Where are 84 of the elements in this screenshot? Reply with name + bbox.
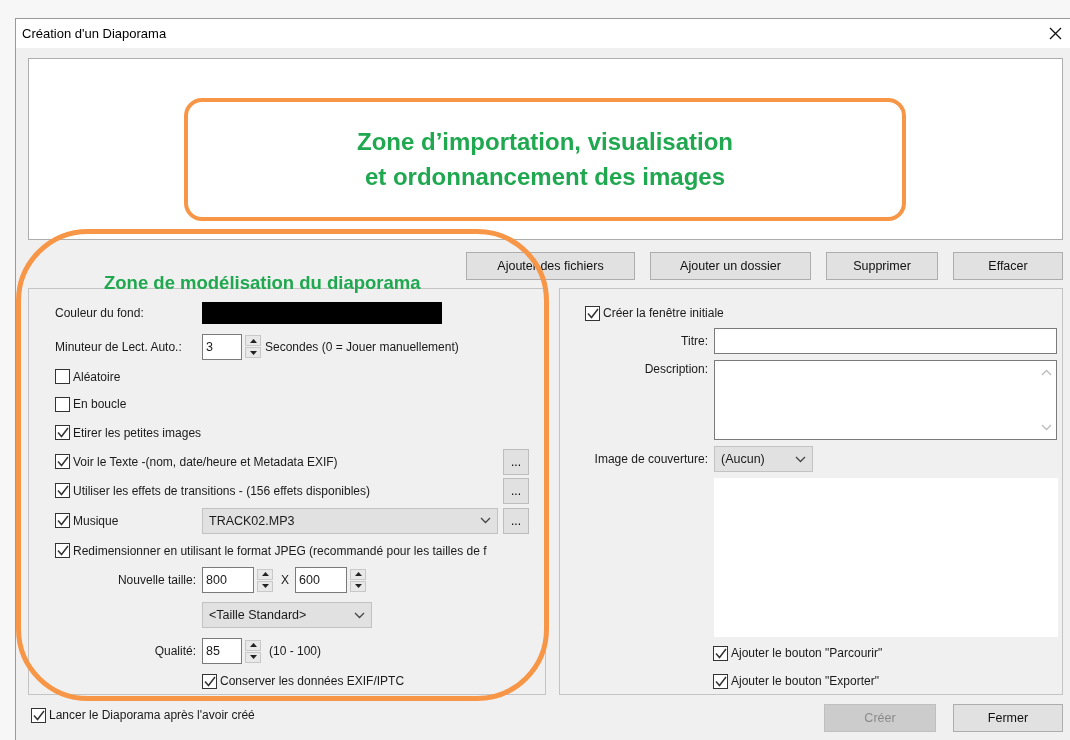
field-label: Titre: [680,334,709,348]
check-icon [56,515,69,527]
checkbox[interactable] [55,396,70,412]
toolbar-button[interactable]: Supprimer [826,252,938,280]
callout-label: Zone de modélisation du diaporama [104,272,421,294]
field-label: Description: [643,361,709,376]
checkbox-label[interactable]: Conserver les données EXIF/IPTC [220,674,405,689]
check-icon [714,675,727,687]
checkbox-label[interactable]: Musique [73,513,119,528]
triangle-down-icon [249,655,257,660]
spin-up-button[interactable] [350,568,366,580]
separator-text: X [281,573,289,588]
chevron-down-icon [480,517,491,525]
chevron-down-icon [795,455,806,463]
checkbox[interactable] [55,513,70,529]
check-icon [586,307,599,319]
triangle-up-icon [249,338,257,343]
callout: Zone d’importation, visualisation et ordonnancement des images [184,98,906,221]
checkbox-label[interactable]: Utiliser les effets de transitions - (156 effets disponibles) [73,483,371,498]
check-icon [32,709,45,721]
toolbar-button[interactable]: Effacer [953,252,1063,280]
more-button[interactable]: ... [503,507,529,534]
timer-field[interactable]: 3 [202,333,242,360]
triangle-down-icon [261,584,269,589]
triangle-up-icon [354,572,362,577]
size-dropdown[interactable]: <Taille Standard> [202,602,372,629]
checkbox[interactable] [202,673,217,689]
field-label: Qualité: [153,644,197,659]
checkbox-label[interactable]: Redimensionner en utilisant le format JPEG (recommandé pour les tailles de f [73,543,487,558]
spin-down-button[interactable] [245,651,261,663]
spin-down-button[interactable] [257,580,273,592]
checkbox-label[interactable]: En boucle [73,397,127,412]
color-swatch[interactable] [202,301,442,324]
close-icon[interactable] [1049,27,1062,40]
check-icon [56,485,69,497]
width-field[interactable]: 800 [202,567,254,594]
window-title: Création d'un Diaporama [22,26,167,41]
checkbox-label[interactable]: Lancer le Diaporama après l'avoir créé [49,708,255,722]
checkbox-label[interactable]: Ajouter le bouton "Parcourir" [731,646,883,660]
check-icon [56,427,69,439]
field-label: Couleur du fond: [55,305,145,320]
spin-up-button[interactable] [245,639,261,651]
triangle-up-icon [261,572,269,577]
spin-down-button[interactable] [245,347,261,359]
checkbox[interactable] [713,673,728,689]
field-label: Image de couverture: [593,452,709,466]
triangle-down-icon [249,350,257,355]
check-icon [203,675,216,687]
checkbox[interactable] [55,454,70,470]
toolbar-button[interactable]: Ajouter un dossier [650,252,811,280]
checkbox[interactable] [713,645,728,661]
checkbox-label[interactable]: Aléatoire [73,369,121,384]
toolbar-button[interactable]: Ajouter des fichiers [466,252,635,280]
checkbox[interactable] [31,707,46,723]
check-icon [56,456,69,468]
triangle-down-icon [354,584,362,589]
checkbox[interactable] [55,483,70,499]
field-label: Nouvelle taille: [116,573,197,588]
spin-up-button[interactable] [257,568,273,580]
spin-down-button[interactable] [350,580,366,592]
checkbox-label[interactable]: Ajouter le bouton "Exporter" [731,674,879,688]
chevron-down-icon [354,611,365,619]
music-dropdown[interactable]: TRACK02.MP3 [202,507,498,534]
hint-text: Secondes (0 = Jouer manuellement) [265,339,459,354]
hint-text: (10 - 100) [269,644,322,659]
cover-dropdown[interactable]: (Aucun) [714,446,813,472]
spin-up-button[interactable] [245,335,261,347]
checkbox[interactable] [55,369,70,384]
quality-field[interactable]: 85 [202,638,242,665]
checkbox-label[interactable]: Voir le Texte -(nom, date/heure et Metadata EXIF) [73,454,338,469]
checkbox[interactable] [55,543,70,558]
dialog-button[interactable]: Fermer [953,704,1063,732]
triangle-up-icon [249,643,257,648]
checkbox[interactable] [55,425,70,441]
checkbox-label[interactable]: Créer la fenêtre initiale [603,306,724,320]
check-icon [714,647,727,659]
title-field[interactable] [714,328,1057,354]
more-button[interactable]: ... [503,477,529,504]
height-field[interactable]: 600 [295,567,347,594]
check-icon [56,545,69,556]
field-label: Minuteur de Lect. Auto.: [55,339,183,354]
checkbox[interactable] [585,305,600,321]
more-button[interactable]: ... [503,448,529,475]
checkbox-label[interactable]: Etirer les petites images [73,425,202,440]
